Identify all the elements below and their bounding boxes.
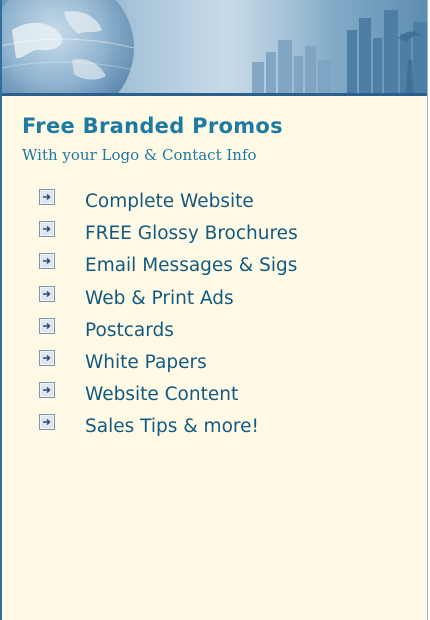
- list-item-label[interactable]: FREE Glossy Brochures: [85, 222, 298, 246]
- globe-skyline-graphic: [2, 0, 427, 93]
- arrow-box-icon[interactable]: [39, 285, 55, 302]
- arrow-box-icon[interactable]: [39, 414, 55, 431]
- arrow-box-icon[interactable]: [39, 221, 55, 238]
- list-item[interactable]: Website Content: [39, 379, 427, 411]
- list-item[interactable]: Web & Print Ads: [39, 283, 427, 315]
- list-item-label[interactable]: Email Messages & Sigs: [85, 254, 297, 278]
- promo-panel: Free Branded Promos With your Logo & Con…: [0, 0, 428, 620]
- list-item-label[interactable]: Sales Tips & more!: [85, 415, 259, 439]
- arrow-box-icon[interactable]: [39, 189, 55, 206]
- list-item[interactable]: Complete Website: [39, 186, 427, 218]
- list-item[interactable]: FREE Glossy Brochures: [39, 218, 427, 250]
- page-subtitle: With your Logo & Contact Info: [22, 146, 257, 164]
- arrow-box-icon[interactable]: [39, 317, 55, 334]
- list-item[interactable]: Postcards: [39, 315, 427, 347]
- feature-list: Complete Website FREE Glossy Brochures E…: [22, 186, 427, 444]
- list-item-label[interactable]: Complete Website: [85, 190, 254, 214]
- header-banner-image: [2, 0, 427, 93]
- list-item-label[interactable]: White Papers: [85, 351, 207, 375]
- list-item-label[interactable]: Web & Print Ads: [85, 287, 234, 311]
- list-item[interactable]: White Papers: [39, 347, 427, 379]
- list-item-label[interactable]: Website Content: [85, 383, 238, 407]
- list-item-label[interactable]: Postcards: [85, 319, 174, 343]
- promo-content: Free Branded Promos With your Logo & Con…: [2, 96, 427, 444]
- arrow-box-icon[interactable]: [39, 350, 55, 367]
- list-item[interactable]: Email Messages & Sigs: [39, 250, 427, 282]
- arrow-box-icon[interactable]: [39, 382, 55, 399]
- arrow-box-icon[interactable]: [39, 253, 55, 270]
- page-title: Free Branded Promos: [22, 114, 283, 138]
- list-item[interactable]: Sales Tips & more!: [39, 411, 427, 443]
